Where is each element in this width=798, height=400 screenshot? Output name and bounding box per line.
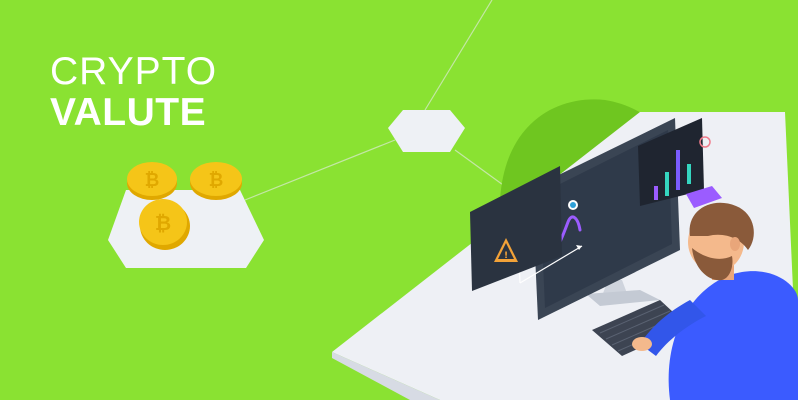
- network-lines: [244, 0, 511, 201]
- bitcoin-coin-icon: ₿: [190, 162, 242, 200]
- hexagon-small: [388, 110, 465, 152]
- bitcoin-coin-icon: ₿: [127, 162, 177, 200]
- svg-text:₿: ₿: [145, 170, 160, 191]
- bitcoin-marker-icon: [568, 200, 578, 210]
- title-line-1: CRYPTO: [50, 50, 218, 93]
- svg-text:₿: ₿: [209, 170, 224, 191]
- crypto-banner: ₿ ₿ ₿ ! CRYPTO VALUTE: [0, 0, 798, 400]
- title-line-2: VALUTE: [50, 91, 207, 134]
- banner-title: CRYPTO VALUTE: [50, 52, 217, 132]
- svg-text:!: !: [504, 251, 508, 261]
- svg-text:₿: ₿: [155, 211, 171, 235]
